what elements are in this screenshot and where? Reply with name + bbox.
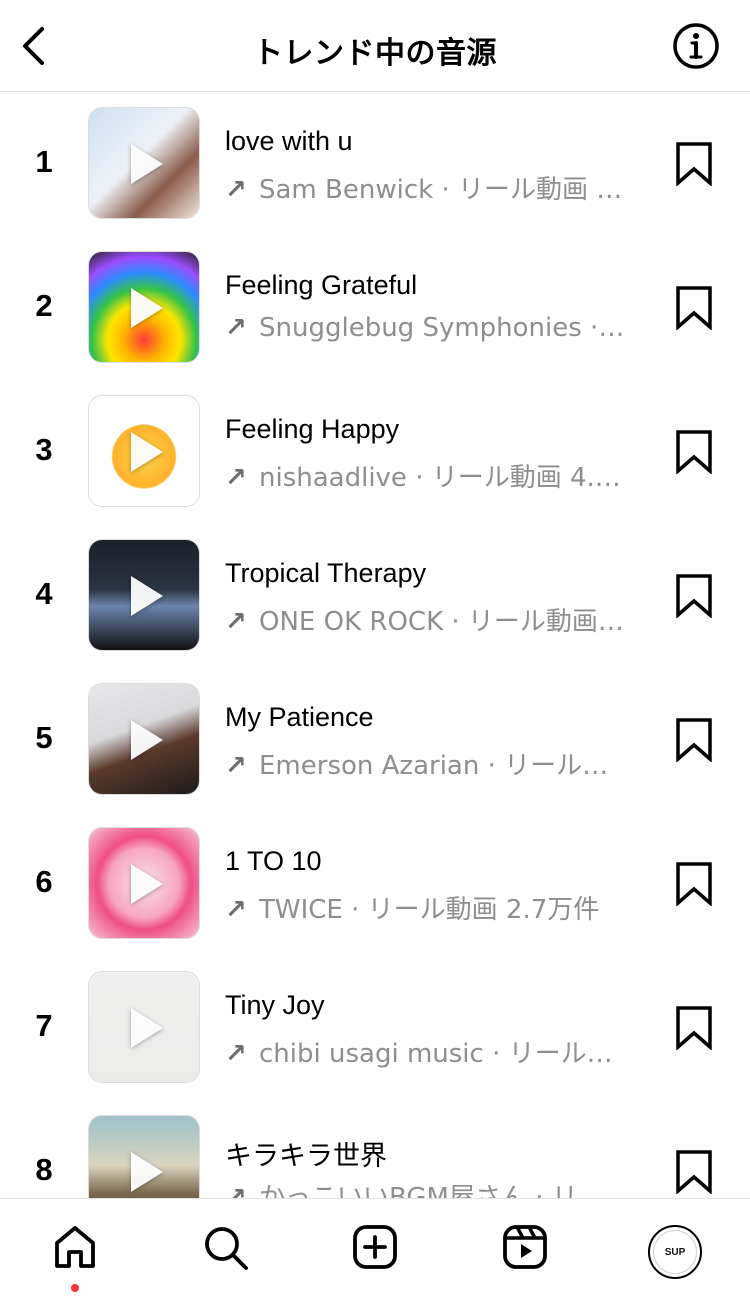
- bookmark-icon[interactable]: [674, 430, 714, 474]
- album-art[interactable]: [88, 971, 200, 1083]
- trend-arrow-icon: ↗: [225, 313, 247, 343]
- trend-arrow-icon: ↗: [225, 607, 247, 637]
- play-icon[interactable]: [131, 144, 163, 184]
- bookmark-icon[interactable]: [674, 286, 714, 330]
- rank-number: 8: [35, 1152, 53, 1187]
- bookmark-icon[interactable]: [674, 718, 714, 762]
- album-art[interactable]: [88, 251, 200, 363]
- tab-profile[interactable]: SUP: [648, 1225, 702, 1279]
- album-art[interactable]: [88, 107, 200, 219]
- tab-reels[interactable]: [499, 1221, 551, 1273]
- track-subtitle: ↗ Sam Benwick · リール動画 7....: [225, 175, 627, 205]
- track-title: Tiny Joy: [225, 990, 325, 1020]
- rank-number: 2: [35, 288, 53, 323]
- rank-number: 5: [35, 720, 53, 755]
- play-icon[interactable]: [131, 432, 163, 472]
- album-art[interactable]: [88, 827, 200, 939]
- track-subtitle: ↗ ONE OK ROCK · リール動画 ...: [225, 607, 627, 637]
- trend-arrow-icon: ↗: [225, 895, 247, 925]
- tab-create[interactable]: [349, 1221, 401, 1273]
- album-art[interactable]: [88, 683, 200, 795]
- track-subtitle: ↗ nishaadlive · リール動画 4.4 ...: [225, 463, 627, 493]
- bottom-tab-bar: SUP: [0, 1198, 750, 1297]
- bookmark-icon[interactable]: [674, 1006, 714, 1050]
- track-title: Tropical Therapy: [225, 558, 427, 588]
- trending-audio-list: 1 love with u ↗ Sam Benwick · リール動画 7....…: [0, 92, 750, 1198]
- avatar: SUP: [653, 1230, 697, 1274]
- rank-number: 4: [35, 576, 53, 611]
- list-item[interactable]: 6 1 TO 10 ↗ TWICE · リール動画 2.7万件: [0, 812, 750, 956]
- rank-number: 7: [35, 1008, 53, 1043]
- track-title: Feeling Happy: [225, 414, 400, 444]
- bookmark-icon[interactable]: [674, 142, 714, 186]
- track-subtitle: ↗ Snugglebug Symphonies · ...: [225, 313, 627, 343]
- bookmark-icon[interactable]: [674, 862, 714, 906]
- album-art[interactable]: [88, 539, 200, 651]
- header: トレンド中の音源: [0, 0, 750, 92]
- track-title: 1 TO 10: [225, 846, 322, 876]
- bookmark-icon[interactable]: [674, 1150, 714, 1194]
- trend-arrow-icon: ↗: [225, 1039, 247, 1069]
- list-item[interactable]: 8 キラキラ世界 ↗ かっこいいBGM屋さん · リ...: [0, 1100, 750, 1198]
- list-item[interactable]: 7 Tiny Joy ↗ chibi usagi music · リール動...: [0, 956, 750, 1100]
- list-item[interactable]: 5 My Patience ↗ Emerson Azarian · リール動...: [0, 668, 750, 812]
- rank-number: 1: [35, 144, 53, 179]
- track-subtitle: ↗ chibi usagi music · リール動...: [225, 1039, 627, 1069]
- play-icon[interactable]: [131, 1008, 163, 1048]
- list-item[interactable]: 2 Feeling Grateful ↗ Snugglebug Symphonie…: [0, 236, 750, 380]
- track-title: Feeling Grateful: [225, 270, 418, 300]
- rank-number: 3: [35, 432, 53, 467]
- album-art[interactable]: [88, 1115, 200, 1198]
- list-item[interactable]: 1 love with u ↗ Sam Benwick · リール動画 7....: [0, 92, 750, 236]
- rank-number: 6: [35, 864, 53, 899]
- trend-arrow-icon: ↗: [225, 1183, 247, 1198]
- home-icon: [55, 1226, 95, 1268]
- track-subtitle: ↗ Emerson Azarian · リール動...: [225, 751, 627, 781]
- play-icon[interactable]: [131, 864, 163, 904]
- trend-arrow-icon: ↗: [225, 751, 247, 781]
- list-item[interactable]: 4 Tropical Therapy ↗ ONE OK ROCK · リール動画 …: [0, 524, 750, 668]
- play-icon[interactable]: [131, 720, 163, 760]
- track-subtitle: ↗ かっこいいBGM屋さん · リ...: [225, 1177, 627, 1198]
- search-icon: [205, 1227, 248, 1270]
- track-subtitle: ↗ TWICE · リール動画 2.7万件: [225, 895, 600, 925]
- play-icon[interactable]: [131, 1152, 163, 1192]
- track-title: キラキラ世界: [225, 1141, 387, 1171]
- tab-home[interactable]: [49, 1221, 101, 1273]
- notification-dot: [71, 1284, 79, 1292]
- list-item[interactable]: 3 Feeling Happy ↗ nishaadlive · リール動画 4.4…: [0, 380, 750, 524]
- tab-search[interactable]: [199, 1221, 251, 1273]
- reels-icon: [503, 1225, 547, 1269]
- create-post-icon: [353, 1225, 397, 1269]
- track-title: love with u: [225, 126, 353, 156]
- play-icon[interactable]: [131, 576, 163, 616]
- track-title: My Patience: [225, 702, 374, 732]
- album-art[interactable]: [88, 395, 200, 507]
- bookmark-icon[interactable]: [674, 574, 714, 618]
- info-button[interactable]: [672, 22, 720, 70]
- info-icon: [673, 23, 719, 69]
- trend-arrow-icon: ↗: [225, 175, 247, 205]
- trend-arrow-icon: ↗: [225, 463, 247, 493]
- play-icon[interactable]: [131, 288, 163, 328]
- page-title: トレンド中の音源: [253, 36, 497, 71]
